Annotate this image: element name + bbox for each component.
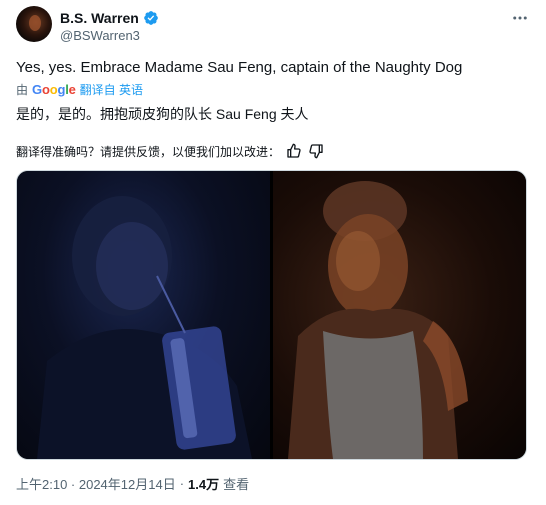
translated-from-link[interactable]: 翻译自 英语 [80,81,143,98]
thumbs-down-icon[interactable] [308,143,324,159]
tweet-meta: 上午2:10 · 2024年12月14日 · 1.4万 查看 [16,474,249,493]
more-icon[interactable] [510,8,530,28]
translated-by-label: 由 [16,82,29,97]
feedback-prompt: 翻译得准确吗？请提供反馈，以便我们加以改进： [16,144,281,159]
tweet-text: Yes, yes. Embrace Madame Sau Feng, capta… [16,59,463,76]
tweet-card: B.S. Warren @BSWarren3 Yes, yes. Embrace… [0,0,546,505]
thumbs-up-icon[interactable] [286,143,302,159]
views-label: 查看 [223,477,250,492]
media-photo-1[interactable] [17,171,270,459]
author-name-row[interactable]: B.S. Warren [60,8,159,28]
google-logo: Google [32,81,76,97]
timestamp[interactable]: 上午2:10 · 2024年12月14日 [16,474,176,493]
translation-attribution: 由 Google 翻译自 英语 [16,81,143,97]
media-grid [16,170,527,460]
photo-2-figure [288,181,468,459]
translation-feedback: 翻译得准确吗？请提供反馈，以便我们加以改进： [16,142,324,160]
avatar[interactable] [16,6,52,42]
verified-badge-icon [144,11,158,25]
avatar-image [29,15,41,31]
author-handle[interactable]: @BSWarren3 [60,28,140,43]
views-count: 1.4万 [188,477,220,492]
author-display-name[interactable]: B.S. Warren [60,10,139,26]
translated-text: 是的，是的。拥抱顽皮狗的队长 Sau Feng 夫人 [16,106,309,122]
meta-separator: · [179,476,185,491]
media-photo-2[interactable] [273,171,526,459]
photo-1-figure [37,196,252,459]
tweet-header: B.S. Warren @BSWarren3 [16,6,530,46]
